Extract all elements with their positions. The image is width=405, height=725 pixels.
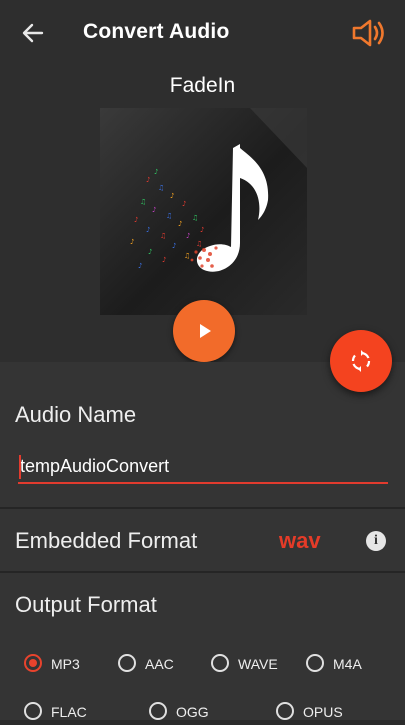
radio-label: FLAC bbox=[51, 704, 87, 720]
radio-wave[interactable]: WAVE bbox=[211, 653, 291, 677]
album-cover: ♪ ♫ ♪ ♫ ♪ ♪ ♫ ♪ ♪ ♫ ♪ ♫ ♪ ♪ ♪ ♫ ♪ ♪ ♫ ♪ bbox=[100, 108, 307, 315]
radio-label: AAC bbox=[145, 656, 174, 672]
svg-text:♫: ♫ bbox=[196, 240, 202, 248]
radio-label: OGG bbox=[176, 704, 209, 720]
radio-m4a[interactable]: M4A bbox=[306, 653, 376, 677]
radio-circle bbox=[118, 654, 136, 672]
radio-opus[interactable]: OPUS bbox=[276, 701, 356, 725]
page-title: Convert Audio bbox=[83, 20, 230, 43]
svg-text:♪: ♪ bbox=[130, 238, 134, 246]
divider bbox=[0, 507, 405, 509]
radio-circle bbox=[24, 702, 42, 720]
divider bbox=[0, 571, 405, 573]
play-icon bbox=[200, 324, 211, 338]
svg-text:♫: ♫ bbox=[140, 198, 146, 206]
svg-text:♫: ♫ bbox=[184, 252, 190, 260]
track-title: FadeIn bbox=[169, 74, 236, 97]
radio-flac[interactable]: FLAC bbox=[24, 701, 94, 725]
audio-name-field-wrapper bbox=[18, 450, 388, 486]
svg-text:♪: ♪ bbox=[148, 248, 152, 256]
radio-aac[interactable]: AAC bbox=[118, 653, 188, 677]
svg-text:♪: ♪ bbox=[146, 176, 150, 184]
play-button[interactable] bbox=[173, 300, 235, 362]
audio-name-input[interactable] bbox=[18, 450, 388, 484]
radio-circle bbox=[149, 702, 167, 720]
radio-label: OPUS bbox=[303, 704, 343, 720]
info-glyph: i bbox=[374, 533, 378, 548]
embedded-format-value: wav bbox=[279, 528, 321, 553]
svg-text:♫: ♫ bbox=[192, 214, 198, 222]
radio-label: WAVE bbox=[238, 656, 278, 672]
svg-text:♪: ♪ bbox=[138, 262, 142, 270]
convert-sync-icon bbox=[351, 350, 371, 372]
svg-text:♪: ♪ bbox=[200, 226, 204, 234]
radio-circle bbox=[211, 654, 229, 672]
radio-circle bbox=[24, 654, 42, 672]
radio-ogg[interactable]: OGG bbox=[149, 701, 219, 725]
svg-text:♪: ♪ bbox=[162, 256, 166, 264]
radio-label: MP3 bbox=[51, 656, 80, 672]
speaker-icon[interactable] bbox=[351, 18, 387, 48]
radio-circle bbox=[276, 702, 294, 720]
svg-text:♪: ♪ bbox=[152, 206, 156, 214]
svg-text:♪: ♪ bbox=[178, 220, 182, 228]
svg-text:♫: ♫ bbox=[166, 212, 172, 220]
svg-text:♪: ♪ bbox=[172, 242, 176, 250]
radio-circle bbox=[306, 654, 324, 672]
convert-button[interactable] bbox=[330, 330, 392, 392]
svg-text:♪: ♪ bbox=[170, 192, 174, 200]
svg-text:♫: ♫ bbox=[158, 184, 164, 192]
audio-name-label: Audio Name bbox=[15, 402, 137, 427]
svg-text:♪: ♪ bbox=[146, 226, 150, 234]
text-cursor bbox=[19, 455, 21, 479]
svg-text:♪: ♪ bbox=[154, 168, 158, 176]
svg-text:♪: ♪ bbox=[186, 232, 190, 240]
music-note-icon: ♪ ♫ ♪ ♫ ♪ ♪ ♫ ♪ ♪ ♫ ♪ ♫ ♪ ♪ ♪ ♫ ♪ ♪ ♫ ♪ bbox=[100, 108, 307, 272]
embedded-format-label: Embedded Format bbox=[15, 528, 198, 553]
app-bar: Convert Audio bbox=[0, 0, 405, 66]
back-arrow-icon[interactable] bbox=[20, 20, 46, 46]
svg-text:♪: ♪ bbox=[134, 216, 138, 224]
svg-text:♫: ♫ bbox=[160, 232, 166, 240]
radio-mp3[interactable]: MP3 bbox=[24, 653, 94, 677]
convert-form-panel: Audio Name Embedded Format wav i Output … bbox=[0, 362, 405, 720]
output-format-label: Output Format bbox=[15, 592, 157, 617]
player-area: Convert Audio FadeIn ♪ ♫ ♪ ♫ ♪ ♪ ♫ ♪ ♪ ♫… bbox=[0, 0, 405, 362]
svg-text:♪: ♪ bbox=[182, 200, 186, 208]
info-icon[interactable]: i bbox=[366, 531, 386, 551]
radio-label: M4A bbox=[333, 656, 362, 672]
